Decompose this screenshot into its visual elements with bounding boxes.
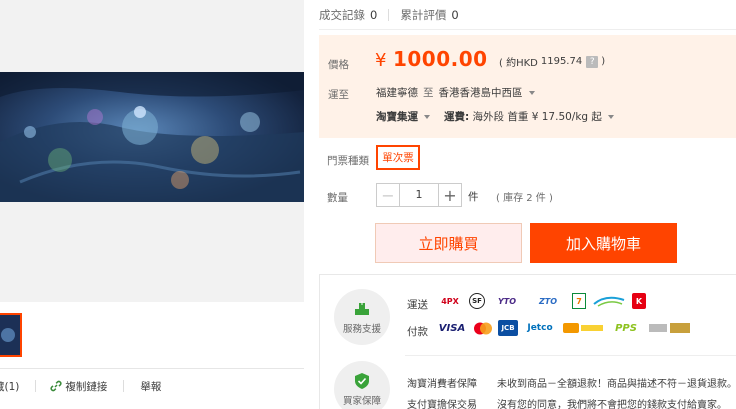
zto-logo: ZTO [538,296,558,306]
protection-title[interactable]: 淘寶消費者保障 [407,375,497,390]
thumbnail-image [0,315,20,355]
ticket-type-label: 門票種類 [327,155,369,167]
ship-to-word: 至 [423,87,434,99]
deals-label[interactable]: 成交記錄 [319,7,365,23]
quantity-label: 數量 [327,192,348,204]
shipping-route: 福建寧德 至 香港香港島中西區 [376,85,535,100]
stats-divider [319,29,736,30]
currency-symbol: ¥ [375,50,387,71]
service-protect: 買家保障 [334,361,390,409]
shipping-carrier-logos: 4PX SF YTO ZTO 7 K [436,293,646,309]
4px-logo: 4PX [441,296,459,306]
711-logo: 7 [572,293,586,309]
converted-prefix: ( 約HKD [499,58,538,69]
pps-logo: PPS [615,322,637,334]
shipping-method-select[interactable]: 淘寶集運 [376,109,418,124]
ship-from: 福建寧德 [376,87,418,99]
gallery-divider [0,368,304,369]
shipping-fee-label: 運費: [444,111,470,123]
main-product-image[interactable] [0,72,304,202]
stats-separator [388,9,390,21]
protection-text: 未收到商品－全額退款！商品與描述不符－退貨退款。 [497,379,736,390]
converted-suffix: ) [601,56,606,67]
visa-logo: VISA [438,322,466,334]
help-icon[interactable]: ? [586,55,599,68]
reviews-count: 0 [451,8,459,22]
add-to-cart-button[interactable]: 加入購物車 [530,223,677,263]
sales-stats: 成交記錄 0 累計評價 0 [319,7,459,23]
service-box: 服務支援 買家保障 運送 4PX SF YTO ZTO 7 K 付款 VISA [319,274,736,409]
service-divider [405,355,736,356]
payment-method-logos: VISA JCB Jetco PPS [436,320,692,336]
quantity-unit: 件 [468,191,479,203]
protection-row: 支付寶擔保交易 沒有您的同意，我們將不會把您的錢款支付給賣家。 [407,396,727,409]
favorite-link[interactable]: 藏(1) [0,379,19,394]
shield-icon [355,372,369,389]
price-amount: 1000.00 [392,47,488,71]
shipping-fee-text: 海外段 首重 ¥ 17.50/kg 起 [472,111,602,123]
protection-title[interactable]: 支付寶擔保交易 [407,396,497,409]
jetco-logo: Jetco [527,323,553,333]
octopus-icon [563,323,603,333]
action-separator [123,380,125,392]
shipping-options: 淘寶集運 運費: 海外段 首重 ¥ 17.50/kg 起 [376,109,614,124]
service-support-label: 服務支援 [342,323,381,335]
ship-destination[interactable]: 香港香港島中西區 [439,85,523,100]
sf-logo: SF [469,293,485,309]
thumbnail-1[interactable] [0,313,22,357]
theme-park-aerial-image [0,72,304,202]
protection-text: 沒有您的同意，我們將不會把您的錢款支付給賣家。 [497,400,727,409]
chevron-down-icon[interactable] [607,114,614,119]
price-label: 價格 [328,59,349,71]
protection-row: 淘寶消費者保障 未收到商品－全額退款！商品與描述不符－退貨退款。 [407,375,736,390]
shipping-fee: 運費: 海外段 首重 ¥ 17.50/kg 起 [444,109,602,124]
deals-count: 0 [370,8,378,22]
courier-swoosh-icon [593,296,625,307]
quantity-input[interactable]: 1 [400,183,438,207]
payment-methods-label: 付款 [407,326,428,338]
stock-info: ( 庫存 2 件 ) [496,193,553,204]
buy-now-button[interactable]: 立即購買 [375,223,522,263]
circlek-logo: K [632,293,646,309]
price-value: ¥1000.00 [375,47,488,71]
mastercard-logo [473,320,493,336]
copy-link-label: 複制鏈接 [65,380,108,393]
service-support-badge: 服務支援 [334,289,390,345]
tapgo-logo [648,320,692,336]
converted-price: ( 約HKD 1195.74 ? ) [499,54,605,69]
decrease-button[interactable]: − [376,183,400,207]
mastercard-icon [474,322,492,334]
shipping-label: 運至 [328,89,349,101]
reviews-label[interactable]: 累計評價 [400,7,446,23]
link-icon [50,380,62,392]
support-icon [355,300,369,315]
converted-amount: 1195.74 [540,56,583,67]
action-separator [35,380,37,392]
jcb-logo: JCB [498,320,518,336]
quantity-stepper: − 1 + [376,183,462,207]
service-support: 服務支援 [334,289,390,345]
ticket-option-single[interactable]: 單次票 [376,145,420,170]
courier-logo [591,293,627,309]
yto-logo: YTO [497,296,517,306]
chevron-down-icon[interactable] [424,114,430,119]
copy-link[interactable]: 複制鏈接 [50,379,107,394]
shipping-carriers-label: 運送 [407,299,428,311]
report-link[interactable]: 舉報 [140,379,161,394]
price-panel: 價格 ¥1000.00 ( 約HKD 1195.74 ? ) 運至 福建寧德 至… [319,35,736,138]
octopus-logo [562,320,604,336]
wallet-icon [649,323,690,333]
service-protect-badge: 買家保障 [334,361,390,409]
gallery-actions: 藏(1) 複制鏈接 舉報 [0,378,161,394]
increase-button[interactable]: + [438,183,462,207]
service-protect-label: 買家保障 [342,395,381,407]
chevron-down-icon[interactable] [528,90,535,95]
